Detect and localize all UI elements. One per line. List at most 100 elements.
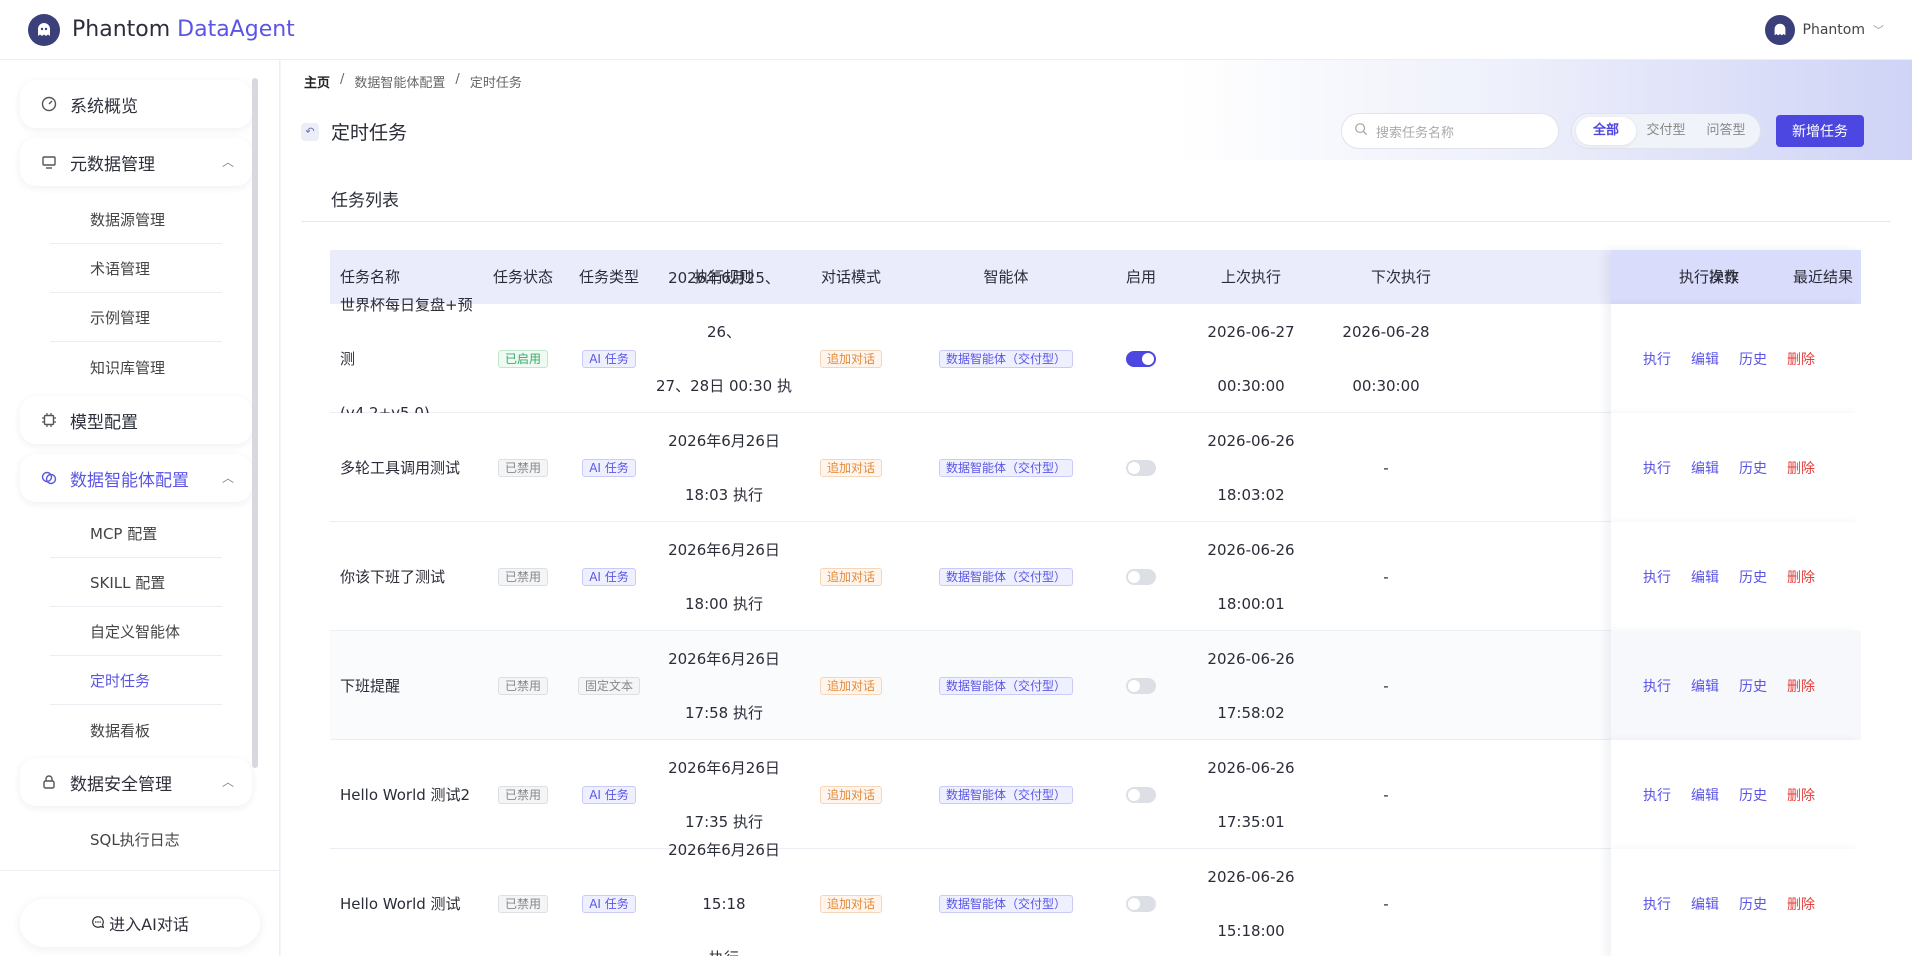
- sidebar-item-scheduled-tasks[interactable]: 定时任务: [50, 657, 222, 705]
- run-button[interactable]: 执行: [1643, 785, 1671, 805]
- breadcrumb: 主页 / 数据智能体配置 / 定时任务: [304, 72, 522, 91]
- status-badge: 已禁用: [497, 458, 548, 477]
- col-type: 任务类型: [578, 268, 639, 286]
- next-run-line1: -: [1383, 676, 1389, 695]
- enabled-cell: [1106, 849, 1176, 956]
- history-button[interactable]: 历史: [1739, 567, 1767, 587]
- last-run-line2: 18:00:01: [1217, 594, 1285, 613]
- ops-header: 执行次数 操作 最近结果: [1611, 250, 1861, 304]
- sidebar-item-label: SKILL 配置: [90, 574, 166, 592]
- filter-delivery[interactable]: 交付型: [1636, 117, 1696, 145]
- edit-button[interactable]: 编辑: [1691, 349, 1719, 369]
- list-title: 任务列表: [331, 191, 399, 211]
- delete-button[interactable]: 删除: [1787, 785, 1815, 805]
- run-button[interactable]: 执行: [1643, 458, 1671, 478]
- sidebar-item-datasource[interactable]: 数据源管理: [50, 196, 222, 244]
- mode-badge: 追加对话: [819, 567, 882, 586]
- sidebar-item-examples[interactable]: 示例管理: [50, 294, 222, 342]
- filter-all[interactable]: 全部: [1576, 117, 1636, 145]
- delete-button[interactable]: 删除: [1787, 894, 1815, 914]
- dashboard-icon: [40, 95, 58, 113]
- delete-button[interactable]: 删除: [1787, 458, 1815, 478]
- history-button[interactable]: 历史: [1739, 349, 1767, 369]
- search-input[interactable]: 搜索任务名称: [1341, 113, 1559, 149]
- status-cell: 已禁用: [480, 631, 566, 740]
- task-name: 你该下班了测试: [340, 550, 445, 604]
- breadcrumb-home[interactable]: 主页: [304, 72, 330, 91]
- new-task-button[interactable]: 新增任务: [1776, 115, 1864, 147]
- sidebar-item-dashboard[interactable]: 数据看板: [50, 706, 222, 754]
- sidebar-item-label: 术语管理: [90, 260, 151, 278]
- sidebar-item-label: 模型配置: [70, 412, 138, 433]
- col-agent: 智能体: [983, 268, 1029, 286]
- type-badge: 固定文本: [577, 676, 640, 695]
- sidebar-item-agent-config[interactable]: 数据智能体配置 ︿: [20, 454, 252, 502]
- app-title-accent: DataAgent: [177, 17, 295, 42]
- table-row: 下班提醒 已禁用 固定文本 2026年6月26日 17:58 执行 追加对话 数据智能体（交…: [330, 631, 1630, 740]
- agent-badge: 数据智能体（交付型）: [938, 567, 1073, 586]
- search-icon: [1354, 122, 1368, 140]
- agent-cell: 数据智能体（交付型）: [906, 631, 1106, 740]
- sidebar-item-label: 数据源管理: [90, 211, 166, 229]
- type-badge: AI 任务: [582, 785, 636, 804]
- chevron-up-icon: ︿: [221, 775, 234, 789]
- edit-button[interactable]: 编辑: [1691, 458, 1719, 478]
- sidebar-item-label: 自定义智能体: [90, 623, 181, 641]
- breadcrumb-parent[interactable]: 数据智能体配置: [354, 72, 445, 91]
- sidebar-item-terms[interactable]: 术语管理: [50, 245, 222, 293]
- task-name-line1: 世界杯每日复盘+预测: [340, 295, 473, 368]
- status-cell: 已禁用: [480, 413, 566, 522]
- delete-button[interactable]: 删除: [1787, 676, 1815, 696]
- enable-toggle[interactable]: [1126, 350, 1156, 367]
- edit-button[interactable]: 编辑: [1691, 894, 1719, 914]
- sidebar-item-metadata[interactable]: 元数据管理 ︿: [20, 138, 252, 186]
- lock-icon: [40, 773, 58, 791]
- back-icon[interactable]: ↶: [301, 122, 319, 141]
- sidebar-item-security[interactable]: 数据安全管理 ︿: [20, 758, 252, 806]
- sidebar-item-overview[interactable]: 系统概览: [20, 80, 252, 128]
- history-button[interactable]: 历史: [1739, 894, 1767, 914]
- task-name-line1: 下班提醒: [340, 676, 401, 695]
- sidebar-item-knowledge[interactable]: 知识库管理: [50, 343, 222, 391]
- history-button[interactable]: 历史: [1739, 785, 1767, 805]
- run-button[interactable]: 执行: [1643, 349, 1671, 369]
- edit-button[interactable]: 编辑: [1691, 785, 1719, 805]
- status-badge: 已启用: [497, 349, 548, 368]
- run-button[interactable]: 执行: [1643, 894, 1671, 914]
- execution-rule: 2026年6月26日 18:00 执行: [668, 523, 780, 631]
- status-badge: 已禁用: [497, 894, 548, 913]
- user-menu[interactable]: Phantom ﹀: [1764, 14, 1884, 45]
- enable-toggle[interactable]: [1126, 895, 1156, 912]
- enable-toggle[interactable]: [1126, 677, 1156, 694]
- enable-toggle[interactable]: [1126, 459, 1156, 476]
- sidebar-item-custom-agent[interactable]: 自定义智能体: [50, 608, 222, 656]
- run-button[interactable]: 执行: [1643, 567, 1671, 587]
- enable-toggle[interactable]: [1126, 568, 1156, 585]
- sidebar-item-models[interactable]: 模型配置: [20, 396, 252, 444]
- type-cell: AI 任务: [566, 849, 652, 956]
- enter-ai-chat-button[interactable]: 进入AI对话: [20, 899, 260, 947]
- last-run-line2: 18:03:02: [1217, 485, 1285, 504]
- sidebar-scrollbar[interactable]: [252, 78, 258, 768]
- sidebar-item-mcp[interactable]: MCP 配置: [50, 510, 222, 558]
- history-button[interactable]: 历史: [1739, 458, 1767, 478]
- next-run-line1: -: [1383, 785, 1389, 804]
- sidebar-item-label: MCP 配置: [90, 525, 158, 543]
- edit-button[interactable]: 编辑: [1691, 676, 1719, 696]
- sidebar-item-skill[interactable]: SKILL 配置: [50, 559, 222, 607]
- delete-button[interactable]: 删除: [1787, 567, 1815, 587]
- next-run: -: [1383, 768, 1388, 822]
- breadcrumb-separator: /: [455, 72, 460, 87]
- brand[interactable]: Phantom DataAgent: [28, 13, 295, 46]
- breadcrumb-current: 定时任务: [469, 76, 522, 91]
- filter-qa[interactable]: 问答型: [1696, 117, 1756, 145]
- enable-toggle[interactable]: [1126, 786, 1156, 803]
- last-run-cell: 2026-06-26 15:18:00: [1176, 849, 1326, 956]
- sidebar-item-sql-log[interactable]: SQL执行日志: [50, 815, 222, 863]
- history-button[interactable]: 历史: [1739, 676, 1767, 696]
- run-button[interactable]: 执行: [1643, 676, 1671, 696]
- edit-button[interactable]: 编辑: [1691, 567, 1719, 587]
- delete-button[interactable]: 删除: [1787, 349, 1815, 369]
- execution-rule-line2: 17:58 执行: [685, 703, 763, 722]
- execution-rule-line1: 2026年6月26日 15:18: [668, 840, 780, 913]
